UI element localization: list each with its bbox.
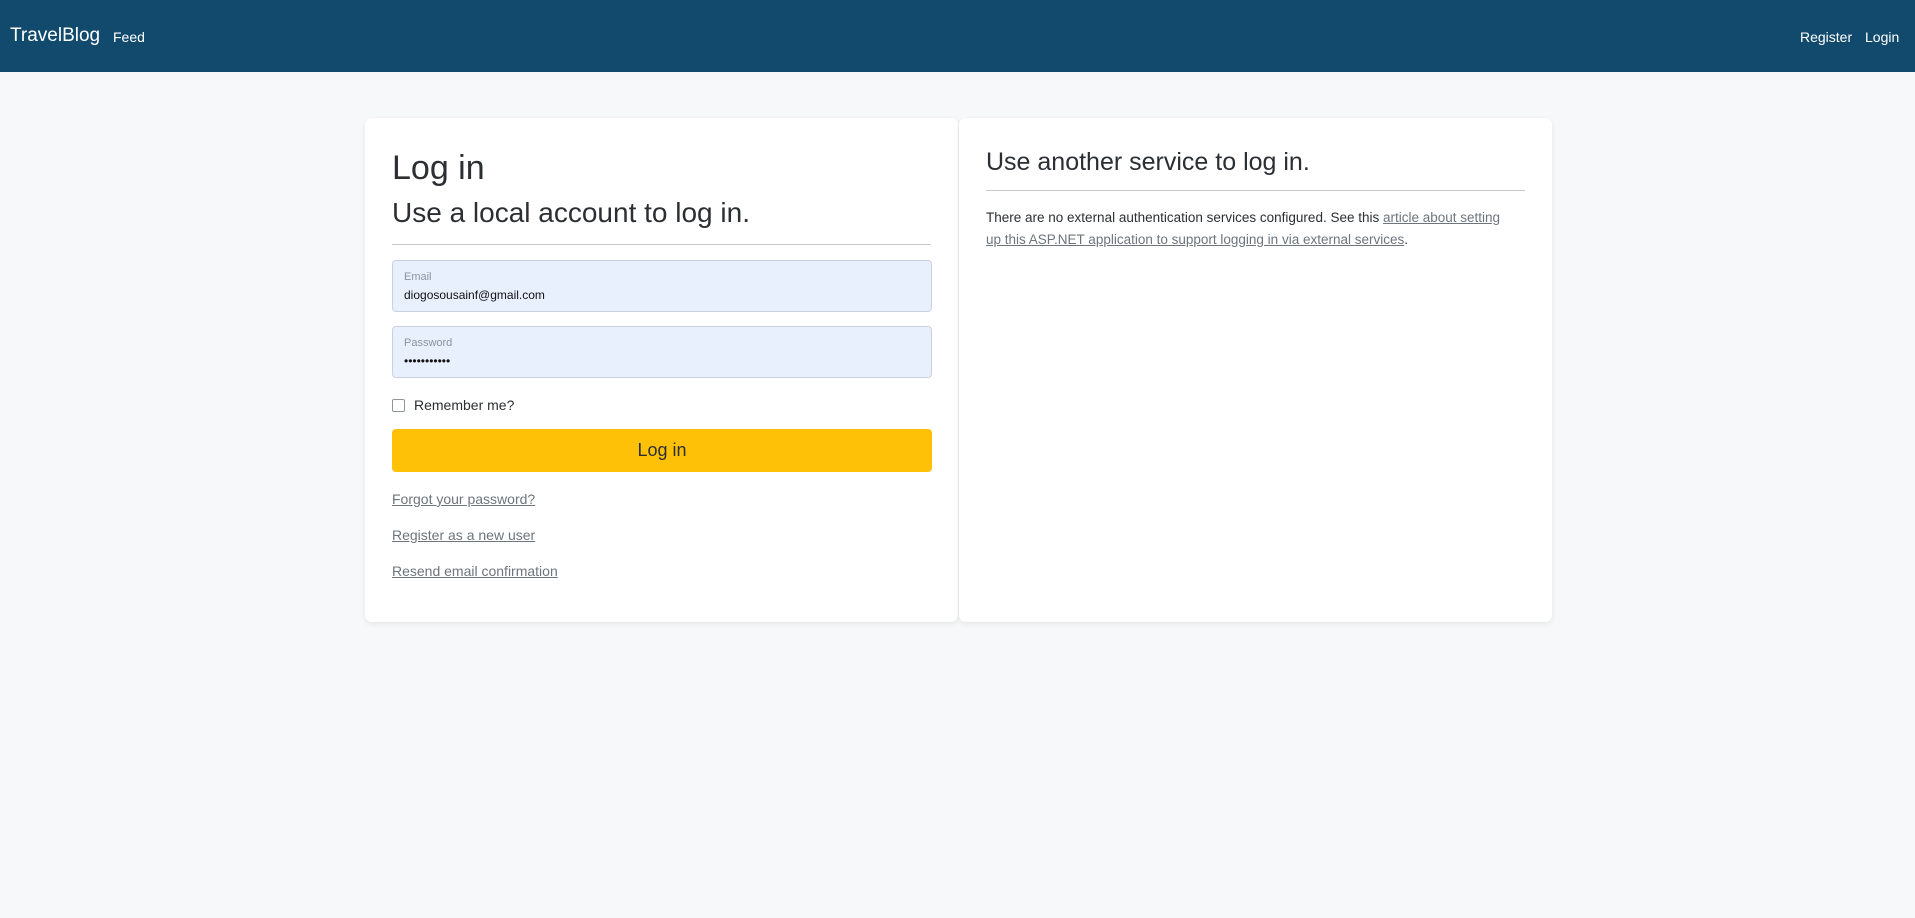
top-navbar: TravelBlog Feed Register Login <box>0 0 1915 72</box>
login-button[interactable]: Log in <box>392 429 932 472</box>
brand-link[interactable]: TravelBlog <box>10 24 100 48</box>
page-title: Log in <box>392 149 485 187</box>
email-field[interactable]: Email <box>392 260 932 312</box>
register-new-user-link[interactable]: Register as a new user <box>392 526 535 544</box>
password-label: Password <box>404 337 453 349</box>
nav-register-link[interactable]: Register <box>1800 28 1852 46</box>
section-divider <box>986 190 1525 191</box>
local-account-heading: Use a local account to log in. <box>392 197 750 228</box>
password-input[interactable] <box>404 354 914 369</box>
section-divider <box>392 244 931 245</box>
remember-me-checkbox[interactable] <box>392 398 405 412</box>
external-services-message: There are no external authentication ser… <box>986 207 1506 251</box>
email-input[interactable] <box>404 288 914 303</box>
remember-me-row[interactable]: Remember me? <box>392 396 514 414</box>
external-login-heading: Use another service to log in. <box>986 148 1310 176</box>
email-label: Email <box>404 271 432 283</box>
resend-confirmation-link[interactable]: Resend email confirmation <box>392 562 558 580</box>
local-login-card: Log in Use a local account to log in. Em… <box>365 118 958 622</box>
nav-login-link[interactable]: Login <box>1865 28 1899 46</box>
message-text: There are no external authentication ser… <box>986 210 1383 225</box>
external-login-card: Use another service to log in. There are… <box>959 118 1552 622</box>
remember-me-label: Remember me? <box>414 397 515 413</box>
nav-feed-link[interactable]: Feed <box>113 28 145 46</box>
password-field[interactable]: Password <box>392 326 932 378</box>
forgot-password-link[interactable]: Forgot your password? <box>392 490 535 508</box>
message-end: . <box>1404 232 1409 247</box>
